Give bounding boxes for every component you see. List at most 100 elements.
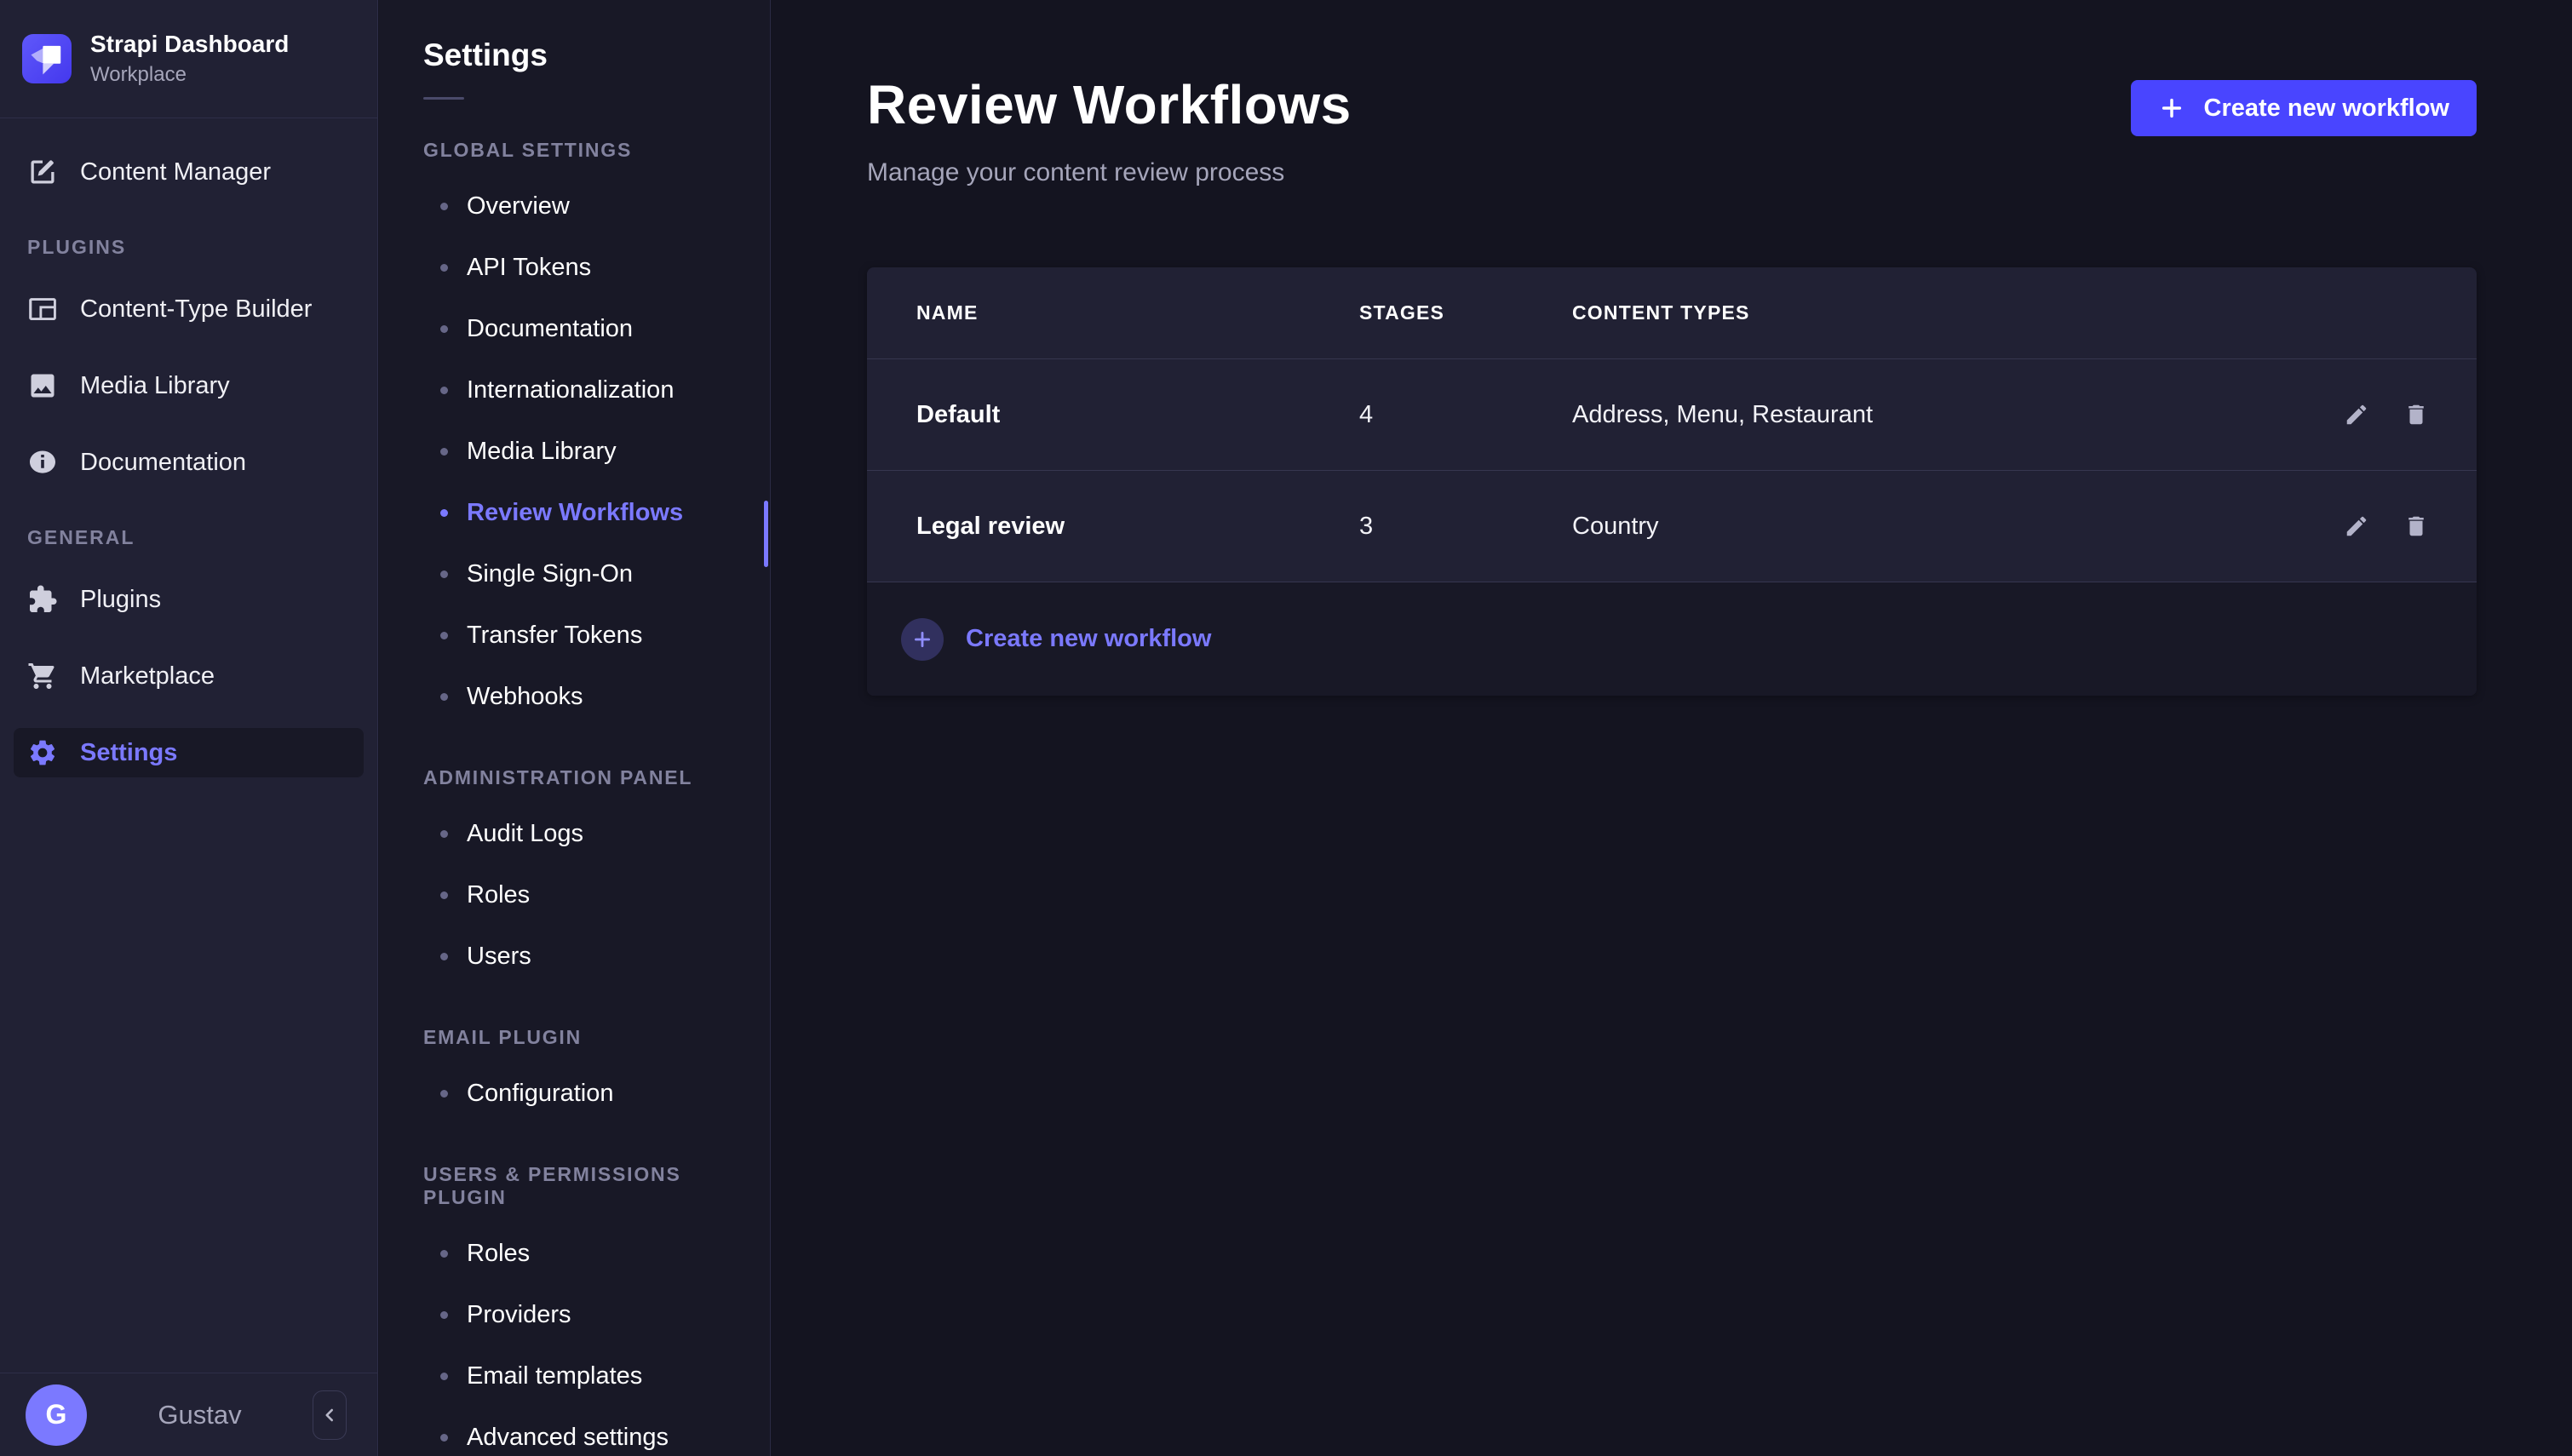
subnav-item-providers[interactable]: Providers: [379, 1284, 770, 1345]
subnav-divider: [423, 97, 464, 100]
subnav-item-configuration[interactable]: Configuration: [379, 1063, 770, 1124]
active-item-indicator: [764, 501, 768, 567]
sidebar-item-label: Plugins: [80, 586, 161, 614]
user-name: Gustav: [87, 1400, 313, 1430]
bullet-icon: [440, 1250, 448, 1258]
sidebar-item-content-type-builder[interactable]: Content-Type Builder: [14, 284, 364, 334]
edit-workflow-button[interactable]: [2344, 513, 2369, 539]
bullet-icon: [440, 1434, 448, 1442]
edit-workflow-button[interactable]: [2344, 402, 2369, 427]
subnav-item-label: Internationalization: [467, 376, 674, 404]
column-header-content-types: CONTENT TYPES: [1572, 301, 2250, 324]
create-workflow-button[interactable]: Create new workflow: [2131, 80, 2477, 136]
brand: Strapi Dashboard Workplace: [0, 0, 377, 118]
bullet-icon: [440, 632, 448, 639]
delete-workflow-button[interactable]: [2403, 513, 2429, 539]
column-header-name: NAME: [916, 301, 1359, 324]
subnav-item-admin-roles[interactable]: Roles: [379, 864, 770, 926]
subnav-item-label: Media Library: [467, 438, 617, 466]
bullet-icon: [440, 570, 448, 578]
subnav-item-label: Configuration: [467, 1080, 614, 1108]
subnav-section-users-permissions: USERS & PERMISSIONS PLUGIN: [423, 1163, 770, 1209]
workflow-content-types: Country: [1572, 513, 2250, 541]
subnav-item-label: Single Sign-On: [467, 560, 633, 588]
footer-create-workflow-label: Create new workflow: [966, 625, 1211, 653]
workflows-table: NAME STAGES CONTENT TYPES Default 4 Addr…: [867, 267, 2477, 696]
subnav-item-api-tokens[interactable]: API Tokens: [379, 237, 770, 298]
subnav-section-email-plugin: EMAIL PLUGIN: [423, 1026, 770, 1049]
user-avatar[interactable]: G: [26, 1384, 87, 1446]
table-footer-create-workflow[interactable]: Create new workflow: [867, 582, 2477, 696]
create-workflow-button-label: Create new workflow: [2204, 95, 2449, 123]
collapse-sidebar-button[interactable]: [313, 1390, 347, 1440]
subnav-item-review-workflows[interactable]: Review Workflows: [379, 482, 770, 543]
subnav-section-administration-panel: ADMINISTRATION PANEL: [423, 766, 770, 789]
workflow-stages: 4: [1359, 401, 1572, 429]
chevron-left-icon: [319, 1404, 341, 1426]
subnav-item-audit-logs[interactable]: Audit Logs: [379, 803, 770, 864]
cart-icon: [27, 661, 58, 691]
sidebar-item-label: Media Library: [80, 372, 230, 400]
workflow-stages: 3: [1359, 513, 1572, 541]
subnav-item-label: Roles: [467, 881, 530, 909]
sidebar-item-label: Documentation: [80, 449, 246, 477]
subnav-item-label: Email templates: [467, 1362, 642, 1390]
subnav-item-label: API Tokens: [467, 254, 591, 282]
delete-workflow-button[interactable]: [2403, 402, 2429, 427]
subnav-item-up-roles[interactable]: Roles: [379, 1223, 770, 1284]
pencil-icon: [2344, 402, 2369, 427]
bullet-icon: [440, 448, 448, 456]
content-manager-icon: [27, 157, 58, 187]
subnav-item-webhooks[interactable]: Webhooks: [379, 666, 770, 727]
subnav-item-label: Transfer Tokens: [467, 622, 642, 650]
sidebar-item-settings[interactable]: Settings: [14, 728, 364, 777]
subnav-item-documentation[interactable]: Documentation: [379, 298, 770, 359]
subnav-item-advanced-settings[interactable]: Advanced settings: [379, 1407, 770, 1456]
bullet-icon: [440, 264, 448, 272]
subnav-item-label: Advanced settings: [467, 1424, 669, 1452]
workflow-name: Default: [916, 401, 1359, 429]
bullet-icon: [440, 203, 448, 210]
bullet-icon: [440, 1090, 448, 1098]
workflow-content-types: Address, Menu, Restaurant: [1572, 401, 2250, 429]
sidebar-footer: G Gustav: [0, 1373, 377, 1456]
bullet-icon: [440, 953, 448, 960]
puzzle-icon: [27, 584, 58, 615]
sidebar-item-marketplace[interactable]: Marketplace: [14, 651, 364, 701]
workflow-name: Legal review: [916, 513, 1359, 541]
settings-subnav: Settings GLOBAL SETTINGS Overview API To…: [379, 0, 771, 1456]
subnav-section-global-settings: GLOBAL SETTINGS: [423, 139, 770, 162]
page-title: Review Workflows: [867, 73, 1352, 136]
table-row[interactable]: Default 4 Address, Menu, Restaurant: [867, 359, 2477, 471]
table-row[interactable]: Legal review 3 Country: [867, 471, 2477, 582]
subnav-item-label: Overview: [467, 192, 570, 221]
sidebar-item-media-library[interactable]: Media Library: [14, 361, 364, 410]
plus-circle-icon: [901, 618, 944, 661]
bullet-icon: [440, 325, 448, 333]
subnav-item-overview[interactable]: Overview: [379, 175, 770, 237]
plus-icon: [2158, 95, 2185, 122]
subnav-item-label: Users: [467, 943, 531, 971]
pencil-icon: [2344, 513, 2369, 539]
subnav-item-label: Webhooks: [467, 683, 583, 711]
nav-section-plugins: PLUGINS: [27, 236, 364, 259]
subnav-item-label: Audit Logs: [467, 820, 583, 848]
sidebar-item-label: Marketplace: [80, 662, 215, 691]
main-sidebar: Strapi Dashboard Workplace Content Manag…: [0, 0, 378, 1456]
sidebar-item-plugins[interactable]: Plugins: [14, 575, 364, 624]
layout-icon: [27, 294, 58, 324]
sidebar-item-content-manager[interactable]: Content Manager: [14, 147, 364, 197]
sidebar-item-label: Settings: [80, 739, 177, 767]
avatar-initial: G: [46, 1399, 67, 1430]
bullet-icon: [440, 891, 448, 899]
subnav-item-label: Documentation: [467, 315, 633, 343]
subnav-item-internationalization[interactable]: Internationalization: [379, 359, 770, 421]
subnav-item-label: Review Workflows: [467, 499, 683, 527]
subnav-item-email-templates[interactable]: Email templates: [379, 1345, 770, 1407]
subnav-item-single-sign-on[interactable]: Single Sign-On: [379, 543, 770, 605]
image-icon: [27, 370, 58, 401]
subnav-item-transfer-tokens[interactable]: Transfer Tokens: [379, 605, 770, 666]
subnav-item-media-library[interactable]: Media Library: [379, 421, 770, 482]
subnav-item-users[interactable]: Users: [379, 926, 770, 987]
sidebar-item-documentation[interactable]: Documentation: [14, 438, 364, 487]
